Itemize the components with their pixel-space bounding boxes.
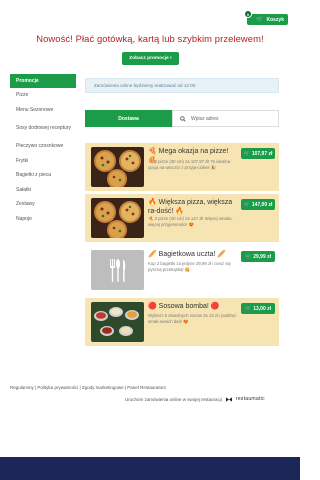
sidebar-item-promocje[interactable]: Promocje <box>10 74 76 88</box>
pizza-photo <box>91 198 144 238</box>
bottom-band <box>0 457 300 480</box>
address-placeholder: Wpisz adres <box>191 115 219 122</box>
sidebar-item-bagietki[interactable]: Bagietki z pieca <box>10 168 76 183</box>
item-title: 🔴 Sosowa bomba! 🔴 <box>148 303 220 310</box>
footer-links[interactable]: Regulaminy | Polityka prywatności | Zgod… <box>10 385 166 390</box>
sidebar-item-pizze[interactable]: Pizze <box>10 88 76 103</box>
item-title: 🔥 Większa pizza, większa ra-dość! 🔥 <box>148 199 233 215</box>
sidebar-item-sosy[interactable]: Sosy dodrowej receptury <box>10 117 76 139</box>
category-sidebar: Promocje Pizze Menu Sezonowe Sosy dodrow… <box>10 74 76 226</box>
address-input[interactable]: Wpisz adres <box>172 110 279 127</box>
restaumatic-logo: restaumatic <box>235 396 265 402</box>
item-price: 13,00 zł <box>253 305 272 312</box>
menu-item-mega-okazja[interactable]: 🍕 Mega okazja na pizze! 🍕 🍕 3 pizze (30 … <box>85 143 279 191</box>
add-to-cart-button[interactable]: 🛒 13,00 zł <box>241 303 275 314</box>
item-price: 147,00 zł <box>251 201 273 208</box>
menu-item-wieksza-pizza[interactable]: 🔥 Większa pizza, większa ra-dość! 🔥 🍕 3 … <box>85 194 279 242</box>
restaumatic-logo-icon <box>225 396 232 402</box>
sidebar-item-frytki[interactable]: Frytki <box>10 154 76 169</box>
item-description: Wybierz 5 dowolnych sosów za 13 zł i pod… <box>148 313 237 324</box>
menu-item-bagietkowa-uczta[interactable]: 🥖 Bagietkowa uczta! 🥖 Kup 2 bagietki za … <box>85 246 279 294</box>
item-description: 🍕 3 pizze (40 cm) za 147 zł! Więcej smak… <box>148 216 233 227</box>
cutlery-placeholder-image <box>91 250 144 290</box>
cart-icon: 🛒 <box>243 150 250 157</box>
item-description: 🍕 3 pizze (30 cm) za 107,97 zł! To ideal… <box>148 159 231 170</box>
opening-notice: Zamówienia online będziemy realizować od… <box>85 78 279 93</box>
pizza-photo <box>91 147 144 187</box>
item-price: 29,99 zł <box>253 253 272 260</box>
cart-icon: 🛒 <box>244 305 252 312</box>
cart-count-badge: 0 <box>244 10 252 18</box>
item-description: Kup 2 bagietki za jedyne 29,99 zł i cies… <box>148 261 231 272</box>
powered-text: Uruchom zamówienia online w swojej resta… <box>125 396 222 402</box>
sidebar-item-menu-sezonowe[interactable]: Menu Sezonowe <box>10 103 76 118</box>
cart-icon: 🛒 <box>244 253 252 260</box>
cart-icon: 🛒 <box>243 201 250 208</box>
menu-item-sosowa-bomba[interactable]: 🔴 Sosowa bomba! 🔴 Wybierz 5 dowolnych so… <box>85 298 279 346</box>
top-bar: 0 🛒 Koszyk <box>0 0 300 28</box>
item-price: 107,97 zł <box>251 150 273 157</box>
cart-icon: 🛒 <box>256 17 264 23</box>
sidebar-item-zestawy[interactable]: Zestawy <box>10 197 76 212</box>
main-content: Zamówienia online będziemy realizować od… <box>85 78 279 127</box>
sauces-photo <box>91 302 144 342</box>
sidebar-item-napoje[interactable]: Napoje <box>10 212 76 227</box>
search-icon <box>180 115 186 122</box>
headline: Nowość! Płać gotówką, kartą lub szybkim … <box>36 33 264 44</box>
add-to-cart-button[interactable]: 🛒 29,99 zł <box>241 251 275 262</box>
cart-label: Koszyk <box>266 16 284 23</box>
sidebar-item-salatki[interactable]: Sałatki <box>10 183 76 198</box>
cart-button[interactable]: 0 🛒 Koszyk <box>244 10 288 25</box>
see-promotions-button[interactable]: Zobacz promocje ! <box>122 52 179 65</box>
order-type-tabs: Dostawa Wpisz adres <box>85 110 279 127</box>
item-title: 🥖 Bagietkowa uczta! 🥖 <box>148 251 227 258</box>
add-to-cart-button[interactable]: 🛒 147,00 zł <box>241 199 275 210</box>
add-to-cart-button[interactable]: 🛒 107,97 zł <box>241 148 275 159</box>
sidebar-item-pieczywo[interactable]: Pieczywo czosnkowe <box>10 139 76 154</box>
tab-delivery[interactable]: Dostawa <box>85 110 172 127</box>
footer-powered-by[interactable]: Uruchom zamówienia online w swojej resta… <box>125 396 265 402</box>
